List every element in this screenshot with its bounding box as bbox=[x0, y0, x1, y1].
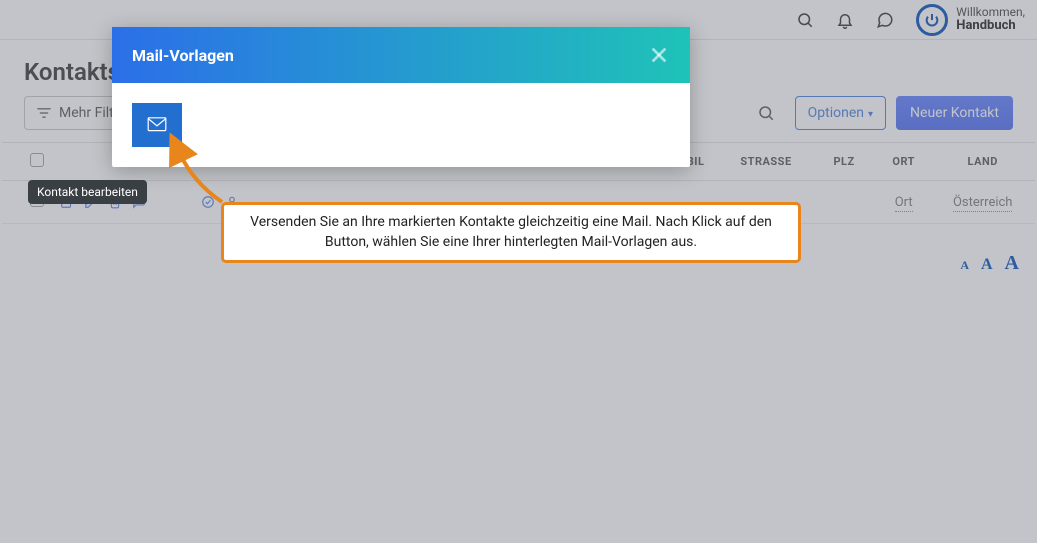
font-size-switcher: A A A bbox=[960, 252, 1019, 275]
bell-icon[interactable] bbox=[836, 11, 854, 29]
font-size-medium[interactable]: A bbox=[981, 256, 993, 274]
user-menu[interactable]: Willkommen, Handbuch bbox=[916, 4, 1025, 36]
help-callout: Versenden Sie an Ihre markierten Kontakt… bbox=[221, 202, 801, 263]
power-icon bbox=[916, 4, 948, 36]
username: Handbuch bbox=[956, 19, 1025, 33]
tooltip-edit-contact: Kontakt bearbeiten bbox=[28, 180, 147, 204]
font-size-small[interactable]: A bbox=[960, 258, 969, 273]
font-size-large[interactable]: A bbox=[1005, 252, 1019, 275]
cell-land[interactable]: Österreich bbox=[953, 195, 1013, 212]
mail-icon bbox=[147, 117, 167, 133]
user-greeting: Willkommen, Handbuch bbox=[956, 6, 1025, 33]
send-mail-button[interactable] bbox=[132, 103, 182, 147]
chevron-down-icon: ▾ bbox=[868, 109, 873, 120]
close-icon[interactable] bbox=[648, 44, 670, 66]
col-ort[interactable]: ORT bbox=[877, 143, 930, 181]
search-icon[interactable] bbox=[757, 104, 775, 122]
mail-templates-modal: Mail-Vorlagen bbox=[112, 27, 690, 167]
chat-icon[interactable] bbox=[876, 11, 894, 29]
welcome-label: Willkommen, bbox=[956, 6, 1025, 19]
options-button[interactable]: Optionen▾ bbox=[795, 96, 886, 130]
modal-title: Mail-Vorlagen bbox=[132, 46, 234, 65]
modal-header: Mail-Vorlagen bbox=[112, 27, 690, 83]
search-icon[interactable] bbox=[796, 11, 814, 29]
select-all-checkbox[interactable] bbox=[30, 153, 44, 167]
cell-ort[interactable]: Ort bbox=[895, 195, 913, 212]
new-contact-button[interactable]: Neuer Kontakt bbox=[896, 96, 1013, 130]
filter-label: Mehr Filt bbox=[59, 105, 114, 121]
col-plz[interactable]: PLZ bbox=[825, 143, 877, 181]
col-strasse[interactable]: STRASSE bbox=[732, 143, 825, 181]
col-land[interactable]: LAND bbox=[930, 143, 1035, 181]
